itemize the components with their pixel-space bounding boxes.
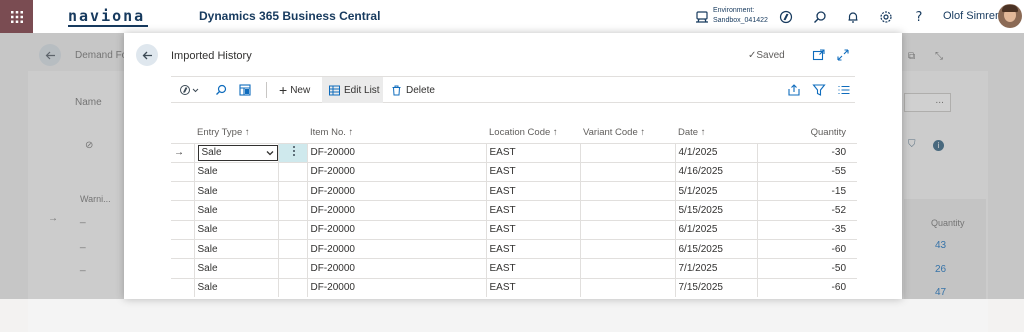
plus-icon: +: [279, 82, 288, 98]
table-row[interactable]: Sale DF-20000 EAST 6/15/2025 -60: [171, 238, 857, 259]
column-header-item-no[interactable]: Item No. ↑: [307, 123, 486, 143]
environment-label: Environment:: [713, 7, 755, 14]
share-icon[interactable]: [787, 83, 801, 97]
saved-label: Saved: [756, 50, 785, 61]
table-row[interactable]: Sale DF-20000 EAST 5/15/2025 -52: [171, 200, 857, 221]
imported-history-dialog: Imported History ✓Saved + New Edit List D…: [124, 33, 902, 299]
action-bar: + New Edit List Delete: [171, 76, 855, 103]
action-separator: [266, 82, 267, 98]
filter-icon[interactable]: [812, 83, 826, 97]
search-icon[interactable]: [812, 9, 828, 25]
row-pointer-arrow-icon: →: [171, 142, 194, 163]
table-header-row: Entry Type ↑ Item No. ↑ Location Code ↑ …: [171, 123, 857, 143]
environment-name: Sandbox_041422: [713, 17, 768, 24]
edit-list-button-label: Edit List: [344, 84, 380, 96]
column-header-location-code[interactable]: Location Code ↑: [486, 123, 580, 143]
user-name[interactable]: Olof Simren: [943, 10, 1001, 22]
gear-icon[interactable]: [878, 9, 894, 25]
table-row[interactable]: Sale DF-20000 EAST 5/1/2025 -15: [171, 181, 857, 201]
column-header-entry-type[interactable]: Entry Type ↑: [194, 123, 278, 143]
expand-icon[interactable]: [836, 48, 850, 62]
company-logo: naviona: [68, 7, 146, 25]
search-button[interactable]: [215, 77, 229, 103]
delete-button[interactable]: Delete: [391, 77, 441, 103]
copilot-icon[interactable]: [778, 9, 794, 25]
avatar[interactable]: [998, 4, 1022, 28]
arrow-left-icon: [142, 51, 152, 59]
column-header-quantity[interactable]: Quantity: [757, 123, 857, 143]
app-launcher-button[interactable]: [0, 0, 33, 33]
entry-type-select[interactable]: Sale: [197, 144, 278, 161]
help-icon[interactable]: ?: [911, 9, 927, 25]
environment-icon: [694, 9, 710, 25]
table-view-icon: [239, 84, 251, 96]
trash-icon: [392, 85, 401, 95]
more-vertical-icon: [293, 146, 295, 157]
copilot-icon: [180, 85, 199, 95]
column-header-variant-code[interactable]: Variant Code ↑: [580, 123, 675, 143]
imported-history-table: Entry Type ↑ Item No. ↑ Location Code ↑ …: [171, 123, 857, 298]
row-actions-button[interactable]: [277, 142, 307, 163]
top-bar: naviona Dynamics 365 Business Central En…: [0, 0, 1024, 33]
copilot-menu-button[interactable]: [179, 77, 205, 103]
table-row[interactable]: Sale DF-20000 EAST 6/1/2025 -35: [171, 219, 857, 240]
product-name: Dynamics 365 Business Central: [199, 9, 381, 23]
table-row[interactable]: → Sale DF-20000 EAST 4/1/2025 -30: [171, 142, 857, 163]
analysis-mode-button[interactable]: [239, 77, 253, 103]
open-in-new-window-icon[interactable]: [812, 48, 826, 62]
back-button[interactable]: [136, 44, 158, 66]
chevron-down-icon: [266, 150, 273, 156]
new-button[interactable]: + New: [279, 77, 319, 103]
table-row[interactable]: Sale DF-20000 EAST 7/15/2025 -60: [171, 277, 857, 298]
edit-list-button[interactable]: Edit List: [322, 77, 383, 103]
logo-underline: [68, 25, 148, 27]
table-row[interactable]: Sale DF-20000 EAST 4/16/2025 -55: [171, 161, 857, 182]
saved-status: ✓Saved: [748, 50, 785, 61]
environment-info[interactable]: Environment: Sandbox_041422: [713, 6, 768, 26]
new-button-label: New: [290, 84, 311, 96]
waffle-icon: [10, 10, 23, 23]
edit-list-icon: [329, 85, 340, 95]
bell-icon[interactable]: [845, 9, 861, 25]
dialog-title: Imported History: [171, 50, 252, 62]
column-header-date[interactable]: Date ↑: [675, 123, 757, 143]
list-view-icon[interactable]: [837, 83, 851, 97]
search-icon: [216, 84, 227, 95]
delete-button-label: Delete: [406, 84, 435, 96]
table-row[interactable]: Sale DF-20000 EAST 7/1/2025 -50: [171, 258, 857, 279]
